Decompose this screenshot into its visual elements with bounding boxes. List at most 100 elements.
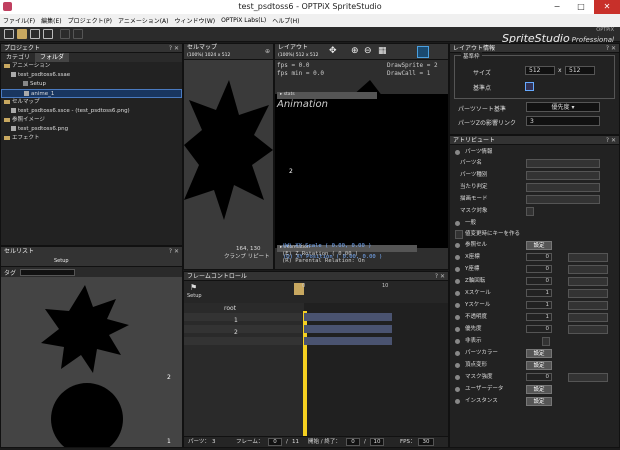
fps-select[interactable]: 30 bbox=[418, 438, 434, 446]
attr-label: Y座標 bbox=[465, 266, 480, 272]
tree-item-anime1[interactable]: anime_1 bbox=[1, 89, 182, 98]
tree-folder-animation[interactable]: アニメーション bbox=[1, 62, 182, 71]
cell-map-canvas[interactable]: 164, 130 クランプ リピート bbox=[184, 60, 273, 269]
attr-curve-field[interactable] bbox=[568, 301, 608, 310]
key-dot-icon bbox=[455, 267, 460, 272]
attr-value-input[interactable]: 1 bbox=[526, 301, 552, 309]
new-file-icon[interactable] bbox=[4, 29, 14, 39]
attr-curve-field[interactable] bbox=[568, 277, 608, 286]
redo-icon[interactable] bbox=[73, 29, 83, 39]
panel-header: レイアウト (100%) 512 x 512 ✥ ⊕ ⊖ ▦ bbox=[275, 44, 448, 60]
save-all-icon[interactable] bbox=[43, 29, 53, 39]
menu-animation[interactable]: アニメーション(A) bbox=[115, 16, 172, 25]
menu-help[interactable]: ヘルプ(H) bbox=[269, 16, 302, 25]
attr-row: Y座標 0 bbox=[450, 264, 619, 275]
attr-value-input[interactable]: 0 bbox=[526, 277, 552, 285]
attr-row: 頂点変形 設定 bbox=[450, 360, 619, 371]
key-dot-icon bbox=[455, 255, 460, 260]
part-2[interactable]: 2 bbox=[234, 329, 238, 336]
part-root[interactable]: root bbox=[224, 305, 236, 312]
start-input[interactable]: 0 bbox=[346, 438, 360, 446]
menu-window[interactable]: ウィンドウ(W) bbox=[171, 16, 218, 25]
menu-file[interactable]: ファイル(F) bbox=[0, 16, 38, 25]
undo-icon[interactable] bbox=[60, 29, 70, 39]
frame-input[interactable]: 0 bbox=[268, 438, 282, 446]
attr-label: インスタンス bbox=[465, 398, 498, 404]
height-input[interactable]: 512 bbox=[565, 66, 595, 75]
attr-label: X座標 bbox=[465, 254, 480, 260]
tree-item-setup[interactable]: Setup bbox=[1, 80, 182, 89]
attr-value-input[interactable]: 0 bbox=[526, 373, 552, 381]
part-name-field[interactable] bbox=[526, 159, 600, 168]
attr-label: Z軸回転 bbox=[465, 278, 486, 284]
maximize-button[interactable]: □ bbox=[572, 0, 590, 14]
attr-curve-field[interactable] bbox=[568, 313, 608, 322]
menu-edit[interactable]: 編集(E) bbox=[38, 16, 64, 25]
timeline[interactable] bbox=[184, 303, 448, 437]
attr-value-input[interactable]: 1 bbox=[526, 313, 552, 321]
display-toggle-icon[interactable] bbox=[417, 46, 429, 58]
layout-canvas[interactable]: fps = 0.0 fps min = 0.0 DrawSprite = 2 D… bbox=[275, 60, 448, 269]
zoom-out-icon[interactable]: ⊖ bbox=[364, 47, 372, 56]
attr-set-button[interactable]: 設定 bbox=[526, 385, 552, 394]
cell-preview[interactable]: 2 1 bbox=[1, 277, 182, 447]
close-button[interactable]: ✕ bbox=[594, 0, 620, 14]
key-dot-icon bbox=[455, 327, 460, 332]
folder-icon bbox=[4, 63, 10, 68]
tree-folder-cellmap[interactable]: セルマップ bbox=[1, 98, 182, 107]
tree-item-ssce[interactable]: test_psdtoss6.ssce - (test_psdtoss6.png) bbox=[1, 107, 182, 116]
attr-curve-field[interactable] bbox=[568, 325, 608, 334]
attr-label: Xスケール bbox=[465, 290, 491, 296]
attr-set-button[interactable]: 設定 bbox=[526, 349, 552, 358]
zoom-in-icon[interactable]: ⊕ bbox=[265, 48, 270, 56]
setup-icon[interactable]: ⚑ bbox=[190, 283, 197, 292]
attr-set-button[interactable]: 設定 bbox=[526, 241, 552, 250]
menu-project[interactable]: プロジェクト(P) bbox=[65, 16, 115, 25]
part-1[interactable]: 1 bbox=[234, 317, 238, 324]
attr-curve-field[interactable] bbox=[568, 289, 608, 298]
attr-value-input[interactable]: 0 bbox=[526, 265, 552, 273]
grid-icon[interactable]: ▦ bbox=[378, 47, 387, 56]
part-kind-select[interactable] bbox=[526, 171, 600, 180]
end-input[interactable]: 10 bbox=[370, 438, 384, 446]
tab-category[interactable]: カテゴリ bbox=[1, 53, 35, 62]
mask-checkbox[interactable] bbox=[526, 207, 534, 216]
frame-group: 基準枠 サイズ 512 x 512 基準点 bbox=[454, 52, 615, 99]
tree-item-png[interactable]: test_psdtoss6.png bbox=[1, 125, 182, 134]
attr-value-input[interactable]: 1 bbox=[526, 289, 552, 297]
key-dot-icon bbox=[455, 279, 460, 284]
tree-item-ssae[interactable]: test_psdtoss6.ssae bbox=[1, 71, 182, 80]
keep-key-checkbox[interactable] bbox=[455, 230, 463, 239]
minimize-button[interactable]: − bbox=[548, 0, 566, 14]
key-dot-icon bbox=[455, 399, 460, 404]
zoom-in-icon[interactable]: ⊕ bbox=[351, 47, 359, 56]
hit-select[interactable] bbox=[526, 183, 600, 192]
origin-grid-icon[interactable] bbox=[525, 82, 534, 91]
attr-label: 不透明度 bbox=[465, 314, 488, 320]
attr-row: X座標 0 bbox=[450, 252, 619, 263]
menu-labs[interactable]: OPTPiX Labs(L) bbox=[218, 17, 269, 24]
save-icon[interactable] bbox=[30, 29, 40, 39]
tree-folder-effect[interactable]: エフェクト bbox=[1, 134, 182, 143]
move-tool-icon[interactable]: ✥ bbox=[329, 47, 337, 56]
hide-checkbox[interactable] bbox=[542, 337, 550, 346]
tree-folder-reference[interactable]: 参照イメージ bbox=[1, 116, 182, 125]
attr-value-input[interactable]: 0 bbox=[526, 253, 552, 261]
sort-select[interactable]: 優先度 ▾ bbox=[526, 102, 600, 112]
attr-label: マスク強度 bbox=[465, 374, 493, 380]
tag-select[interactable] bbox=[20, 268, 76, 276]
attr-set-button[interactable]: 設定 bbox=[526, 397, 552, 406]
attr-set-button[interactable]: 設定 bbox=[526, 361, 552, 370]
open-folder-icon[interactable] bbox=[17, 29, 27, 39]
tab-folder[interactable]: フォルダ bbox=[35, 53, 70, 62]
attr-curve-field[interactable] bbox=[568, 373, 608, 382]
depth-input[interactable]: 3 bbox=[526, 116, 600, 126]
stats-tag: ▸ stats bbox=[277, 92, 377, 99]
attr-value-input[interactable]: 0 bbox=[526, 325, 552, 333]
width-input[interactable]: 512 bbox=[525, 66, 555, 75]
attr-curve-field[interactable] bbox=[568, 265, 608, 274]
attr-curve-field[interactable] bbox=[568, 253, 608, 262]
attr-row: Yスケール 1 bbox=[450, 300, 619, 311]
panel-header: セルマップ (100%) 1024 x 512 ⊕ bbox=[184, 44, 273, 60]
draw-mode-select[interactable] bbox=[526, 195, 600, 204]
